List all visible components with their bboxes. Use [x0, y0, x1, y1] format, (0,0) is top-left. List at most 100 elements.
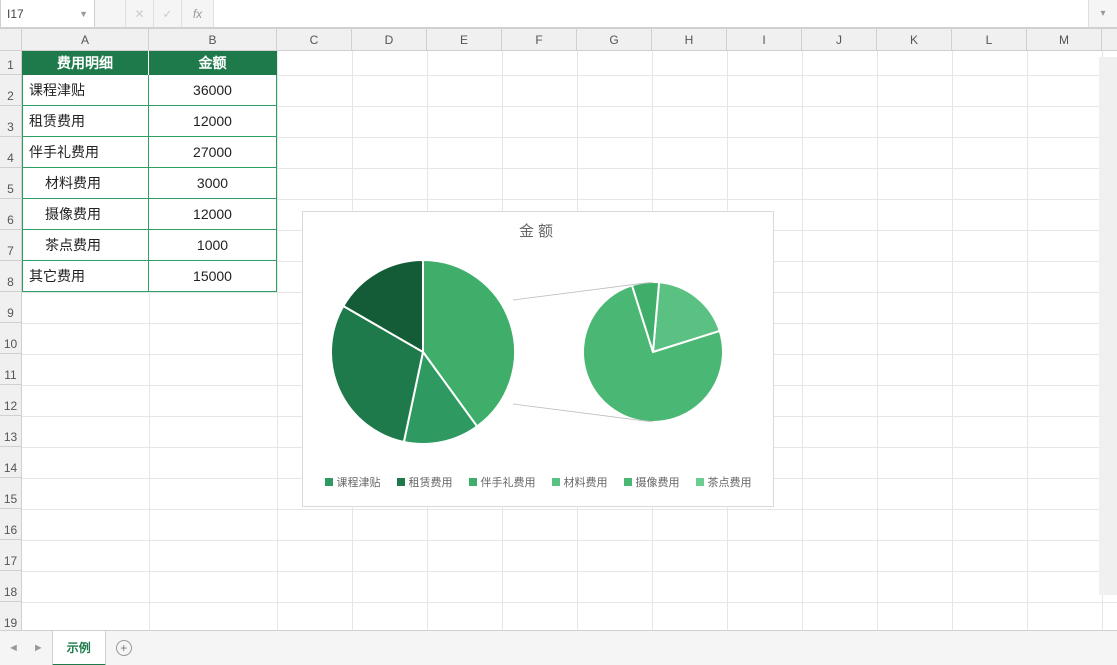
- row-header[interactable]: 14: [0, 447, 22, 478]
- table-row: 摄像费用12000: [22, 199, 277, 230]
- table-cell-name[interactable]: 茶点费用: [22, 230, 149, 261]
- chart-legend: 课程津贴 租赁费用 伴手礼费用 材料费用 摄像费用 茶点费用: [303, 474, 773, 490]
- table-cell-amount[interactable]: 27000: [149, 137, 277, 168]
- column-header[interactable]: N: [1102, 29, 1117, 51]
- column-header[interactable]: A: [22, 29, 149, 51]
- legend-item: 摄像费用: [624, 474, 680, 490]
- formula-bar: I17 ▼ ✕ ✓ fx ▾: [0, 0, 1117, 28]
- column-header[interactable]: C: [277, 29, 352, 51]
- formula-enter-icon: ✓: [153, 0, 181, 27]
- column-header[interactable]: H: [652, 29, 727, 51]
- row-header[interactable]: 10: [0, 323, 22, 354]
- row-headers: 12345678910111213141516171819: [0, 51, 22, 630]
- table-row: 其它费用15000: [22, 261, 277, 292]
- legend-label: 摄像费用: [636, 474, 680, 490]
- column-header[interactable]: M: [1027, 29, 1102, 51]
- column-header[interactable]: I: [727, 29, 802, 51]
- legend-swatch: [696, 478, 704, 486]
- row-header[interactable]: 2: [0, 75, 22, 106]
- row-header[interactable]: 15: [0, 478, 22, 509]
- plus-icon: +: [116, 640, 132, 656]
- row-header[interactable]: 19: [0, 602, 22, 630]
- formula-bar-expand-icon[interactable]: ▾: [1089, 0, 1117, 27]
- table-cell-amount[interactable]: 12000: [149, 199, 277, 230]
- table-row: 租赁费用12000: [22, 106, 277, 137]
- column-header[interactable]: K: [877, 29, 952, 51]
- column-header[interactable]: J: [802, 29, 877, 51]
- column-headers: ABCDEFGHIJKLMN: [22, 29, 1117, 51]
- column-header[interactable]: F: [502, 29, 577, 51]
- sheet-tab-strip: ◄ ► 示例 +: [0, 630, 1117, 665]
- sheet-tab-active[interactable]: 示例: [52, 630, 106, 665]
- formula-cancel-icon: ✕: [125, 0, 153, 27]
- table-cell-amount[interactable]: 3000: [149, 168, 277, 199]
- select-all-corner[interactable]: [0, 29, 22, 51]
- table-cell-name[interactable]: 租赁费用: [22, 106, 149, 137]
- formula-input[interactable]: [213, 0, 1089, 27]
- chart-svg: [313, 252, 765, 452]
- table-header-amount[interactable]: 金额: [149, 51, 277, 75]
- legend-item: 茶点费用: [696, 474, 752, 490]
- new-sheet-button[interactable]: +: [106, 631, 142, 665]
- table-row: 伴手礼费用27000: [22, 137, 277, 168]
- table-cell-name[interactable]: 其它费用: [22, 261, 149, 292]
- row-header[interactable]: 8: [0, 261, 22, 292]
- tab-nav-next-icon[interactable]: ►: [33, 642, 44, 654]
- legend-swatch: [397, 478, 405, 486]
- row-header[interactable]: 7: [0, 230, 22, 261]
- legend-swatch: [325, 478, 333, 486]
- row-header[interactable]: 1: [0, 51, 22, 75]
- table-cell-name[interactable]: 摄像费用: [22, 199, 149, 230]
- legend-label: 租赁费用: [409, 474, 453, 490]
- legend-swatch: [624, 478, 632, 486]
- row-header[interactable]: 6: [0, 199, 22, 230]
- row-header[interactable]: 18: [0, 571, 22, 602]
- table-header-name[interactable]: 费用明细: [22, 51, 149, 75]
- table-cell-amount[interactable]: 12000: [149, 106, 277, 137]
- column-header[interactable]: B: [149, 29, 277, 51]
- table-row: 课程津贴36000: [22, 75, 277, 106]
- pie-chart[interactable]: 金额 课程津贴 租赁费用 伴手礼费用 材料费用 摄像费用 茶点费用: [302, 211, 774, 507]
- fx-icon[interactable]: fx: [181, 0, 213, 27]
- table-cell-amount[interactable]: 15000: [149, 261, 277, 292]
- table-cell-name[interactable]: 材料费用: [22, 168, 149, 199]
- row-header[interactable]: 3: [0, 106, 22, 137]
- legend-item: 伴手礼费用: [469, 474, 536, 490]
- row-header[interactable]: 9: [0, 292, 22, 323]
- cells-area[interactable]: 费用明细 金额 课程津贴36000租赁费用12000伴手礼费用27000材料费用…: [22, 51, 1117, 630]
- name-box-dropdown-icon[interactable]: ▼: [79, 9, 88, 19]
- legend-swatch: [469, 478, 477, 486]
- legend-label: 伴手礼费用: [481, 474, 536, 490]
- legend-item: 租赁费用: [397, 474, 453, 490]
- legend-label: 材料费用: [564, 474, 608, 490]
- data-table: 费用明细 金额 课程津贴36000租赁费用12000伴手礼费用27000材料费用…: [22, 51, 277, 292]
- column-header[interactable]: E: [427, 29, 502, 51]
- row-header[interactable]: 5: [0, 168, 22, 199]
- table-row: 茶点费用1000: [22, 230, 277, 261]
- column-header[interactable]: G: [577, 29, 652, 51]
- legend-item: 课程津贴: [325, 474, 381, 490]
- name-box-value: I17: [7, 7, 24, 21]
- row-header[interactable]: 12: [0, 385, 22, 416]
- chart-title: 金额: [303, 212, 773, 241]
- legend-label: 课程津贴: [337, 474, 381, 490]
- name-box[interactable]: I17 ▼: [0, 0, 95, 27]
- table-cell-amount[interactable]: 1000: [149, 230, 277, 261]
- legend-swatch: [552, 478, 560, 486]
- table-cell-name[interactable]: 伴手礼费用: [22, 137, 149, 168]
- row-header[interactable]: 13: [0, 416, 22, 447]
- table-row: 材料费用3000: [22, 168, 277, 199]
- column-header[interactable]: D: [352, 29, 427, 51]
- vertical-scrollbar[interactable]: [1099, 57, 1117, 595]
- tab-nav: ◄ ►: [0, 631, 52, 665]
- row-header[interactable]: 16: [0, 509, 22, 540]
- tab-nav-prev-icon[interactable]: ◄: [8, 642, 19, 654]
- legend-label: 茶点费用: [708, 474, 752, 490]
- table-cell-name[interactable]: 课程津贴: [22, 75, 149, 106]
- worksheet-grid[interactable]: ABCDEFGHIJKLMN 1234567891011121314151617…: [0, 28, 1117, 630]
- row-header[interactable]: 11: [0, 354, 22, 385]
- column-header[interactable]: L: [952, 29, 1027, 51]
- row-header[interactable]: 4: [0, 137, 22, 168]
- row-header[interactable]: 17: [0, 540, 22, 571]
- table-cell-amount[interactable]: 36000: [149, 75, 277, 106]
